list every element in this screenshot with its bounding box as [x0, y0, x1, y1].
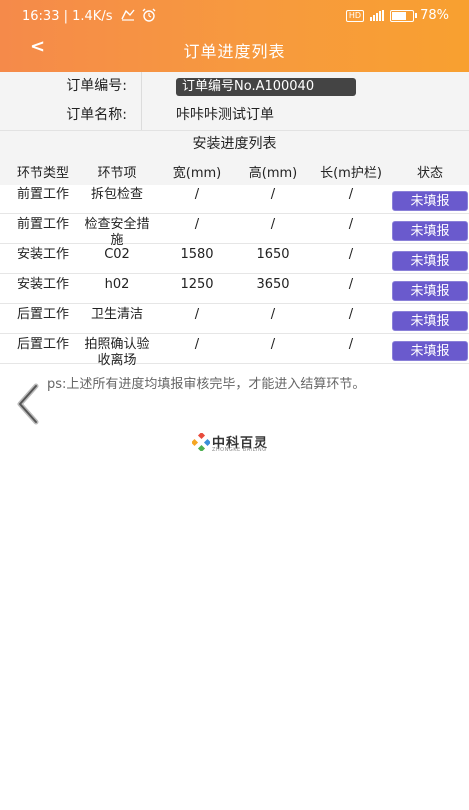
settlement-note: ps:上述所有进度均填报审核完毕，才能进入结算环节。 — [47, 377, 366, 392]
table-row: 后置工作 拍照确认验收离场 / / / 未填报 — [0, 335, 469, 368]
col-header-height: 高(mm) — [248, 166, 298, 181]
table-title: 安装进度列表 — [0, 131, 469, 157]
cell-width: / — [194, 217, 200, 232]
page-title: 订单进度列表 — [183, 42, 286, 61]
cell-width: / — [194, 187, 200, 202]
col-header-width: 宽(mm) — [172, 166, 222, 181]
table-header: 环节类型 环节项 宽(mm) 高(mm) 长(m护栏) 状态 — [0, 157, 469, 185]
company-logo: 中科百灵 ZHONGKE BAILING — [192, 430, 282, 456]
battery-percent: 78% — [420, 8, 449, 23]
cell-height: / — [270, 217, 276, 232]
cell-height: / — [270, 337, 276, 352]
status-button[interactable]: 未填报 — [392, 251, 468, 271]
status-right: HD 78% — [345, 8, 449, 23]
table-row: 后置工作 卫生清洁 / / / 未填报 — [0, 305, 469, 334]
status-button[interactable]: 未填报 — [392, 191, 468, 211]
cell-type: 后置工作 — [16, 307, 69, 322]
cell-item: 卫生清洁 — [90, 307, 143, 322]
cell-type: 安装工作 — [16, 277, 69, 292]
logo-subtitle: ZHONGKE BAILING — [212, 447, 267, 453]
cell-type: 安装工作 — [16, 247, 69, 262]
order-name-value: 咔咔咔测试订单 — [176, 107, 274, 123]
title-bar: < 订单进度列表 — [0, 34, 469, 64]
status-bar: 16:33 | 1.4K/s HD 78% — [0, 0, 469, 32]
cell-type: 前置工作 — [16, 187, 69, 202]
status-button[interactable]: 未填报 — [392, 221, 468, 241]
side-back-chevron-icon[interactable] — [14, 380, 46, 428]
cell-width: / — [194, 307, 200, 322]
cell-length: / — [348, 187, 354, 202]
order-number-label: 订单编号: — [0, 72, 142, 101]
cell-type: 前置工作 — [16, 217, 69, 232]
order-number-row: 订单编号: 订单编号No.A100040 — [0, 72, 469, 102]
cell-type: 后置工作 — [16, 337, 69, 352]
signal-icon — [370, 10, 385, 21]
col-header-status: 状态 — [416, 166, 443, 181]
notification-icon — [117, 9, 139, 24]
status-button[interactable]: 未填报 — [392, 311, 468, 331]
cell-height: 3650 — [256, 277, 290, 292]
order-number-value: 订单编号No.A100040 — [176, 78, 356, 96]
app-header: 16:33 | 1.4K/s HD 78% < 订单进度列表 — [0, 0, 469, 72]
status-time: 16:33 — [22, 9, 60, 24]
cell-height: / — [270, 187, 276, 202]
cell-length: / — [348, 307, 354, 322]
alarm-clock-icon — [139, 8, 156, 24]
cell-length: / — [348, 217, 354, 232]
col-header-type: 环节类型 — [16, 166, 69, 181]
status-separator: | — [63, 9, 73, 24]
status-button[interactable]: 未填报 — [392, 341, 468, 361]
cell-width: / — [194, 337, 200, 352]
order-name-label: 订单名称: — [0, 101, 142, 130]
cell-height: / — [270, 307, 276, 322]
cell-height: 1650 — [256, 247, 290, 262]
network-speed: 1.4K/s — [72, 9, 113, 24]
cell-item: h02 — [104, 277, 130, 292]
cell-length: / — [348, 277, 354, 292]
col-header-item: 环节项 — [97, 166, 137, 181]
cell-item: C02 — [104, 247, 130, 262]
cell-length: / — [348, 337, 354, 352]
cell-length: / — [348, 247, 354, 262]
hd-badge: HD — [345, 9, 365, 22]
logo-mark-icon — [192, 433, 210, 451]
table-row: 安装工作 C02 1580 1650 / 未填报 — [0, 245, 469, 274]
status-button[interactable]: 未填报 — [392, 281, 468, 301]
cell-item: 拆包检查 — [90, 187, 143, 202]
table-row: 前置工作 检查安全措施 / / / 未填报 — [0, 215, 469, 248]
battery-icon — [390, 9, 418, 22]
col-header-length: 长(m护栏) — [320, 166, 382, 181]
table-row: 安装工作 h02 1250 3650 / 未填报 — [0, 275, 469, 304]
table-row: 前置工作 拆包检查 / / / 未填报 — [0, 185, 469, 214]
status-left: 16:33 | 1.4K/s — [22, 8, 156, 24]
cell-width: 1580 — [180, 247, 214, 262]
order-name-row: 订单名称: 咔咔咔测试订单 — [0, 101, 469, 131]
cell-width: 1250 — [180, 277, 214, 292]
cell-item: 拍照确认验收离场 — [84, 337, 150, 368]
